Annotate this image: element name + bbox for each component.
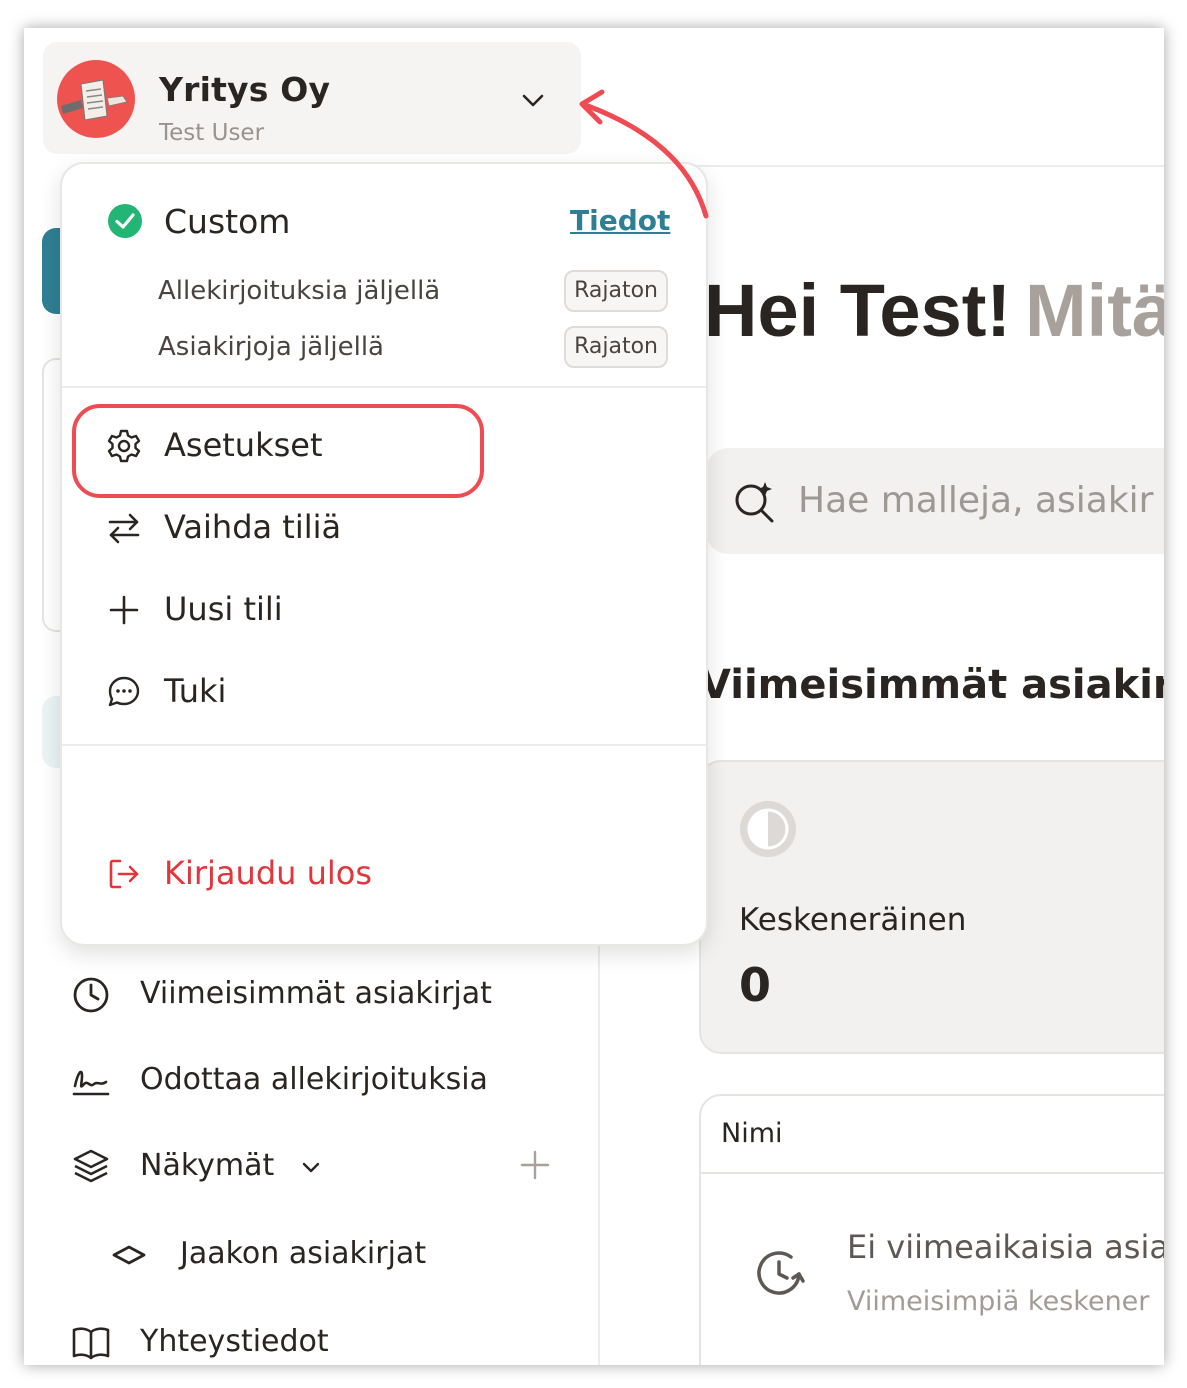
menu-divider: [62, 744, 706, 746]
half-circle-icon: [740, 801, 796, 857]
account-switcher[interactable]: Yritys Oy Test User: [43, 42, 581, 154]
menu-item-label: Tuki: [164, 672, 227, 710]
sidebar-item-views[interactable]: Näkymät: [24, 1136, 584, 1196]
stat-card-in-progress[interactable]: Keskeneräinen 0: [699, 760, 1164, 1054]
sidebar-item-recent-documents[interactable]: Viimeisimmät asiakirjat: [24, 964, 584, 1024]
greeting-subtext: Mitä: [1025, 269, 1164, 352]
account-name: Yritys Oy: [159, 70, 331, 109]
quota-badge: Rajaton: [564, 270, 668, 312]
annotation-highlight: [72, 404, 484, 498]
sidebar-item-label: Jaakon asiakirjat: [180, 1236, 427, 1271]
sidebar-item-label: Odottaa allekirjoituksia: [140, 1062, 488, 1097]
search-input[interactable]: Hae malleja, asiakir: [798, 480, 1153, 521]
stat-label: Keskeneräinen: [739, 902, 967, 938]
page-title: Hei Test! Mitä: [704, 268, 1164, 353]
stat-value: 0: [739, 958, 772, 1012]
menu-item-label: Kirjaudu ulos: [164, 854, 372, 892]
app-window: Yritys Oy Test User Hei Test! Mitä Hae ma…: [24, 28, 1164, 1365]
menu-item-label: Uusi tili: [164, 590, 283, 628]
clock-icon: [73, 977, 109, 1013]
menu-item-switch-account[interactable]: Vaihda tiliä: [62, 492, 706, 564]
sidebar-item-contacts[interactable]: Yhteystiedot: [24, 1312, 584, 1365]
signature-icon: [72, 1070, 110, 1096]
menu-item-label: Vaihda tiliä: [164, 508, 342, 546]
quota-label: Allekirjoituksia jäljellä: [158, 276, 441, 306]
empty-state-subtitle: Viimeisimpiä keskener: [847, 1286, 1150, 1317]
book-icon: [72, 1327, 110, 1360]
account-user: Test User: [159, 120, 265, 146]
menu-item-logout[interactable]: Kirjaudu ulos: [62, 838, 706, 910]
check-circle-icon: [108, 204, 142, 238]
plus-icon: [109, 595, 139, 625]
swap-icon: [108, 513, 140, 544]
quota-row-signatures: Allekirjoituksia jäljellä Rajaton: [158, 270, 668, 314]
history-clock-icon: [757, 1251, 805, 1295]
quota-label: Asiakirjoja jäljellä: [158, 332, 384, 362]
empty-state-title: Ei viimeaikaisia asia: [847, 1228, 1164, 1266]
menu-item-new-account[interactable]: Uusi tili: [62, 574, 706, 646]
recent-documents-heading: Viimeisimmät asiakirj: [700, 662, 1164, 708]
quota-badge: Rajaton: [564, 326, 668, 368]
menu-divider: [62, 386, 706, 388]
chevron-down-icon[interactable]: [300, 1156, 322, 1178]
plan-name: Custom: [164, 202, 291, 241]
sidebar-item-label: Näkymät: [140, 1148, 275, 1183]
table-divider: [701, 1172, 1164, 1174]
avatar: [57, 60, 135, 138]
sidebar-item-shared-documents[interactable]: Jaakon asiakirjat: [24, 1224, 584, 1284]
annotation-arrow-icon: [579, 89, 709, 219]
sidebar-item-label: Yhteystiedot: [140, 1324, 329, 1359]
layers-icon: [73, 1149, 109, 1183]
account-dropdown-menu: Custom Tiedot Allekirjoituksia jäljellä …: [60, 162, 708, 946]
sidebar-divider: [598, 928, 600, 1365]
logout-icon: [109, 859, 139, 889]
add-view-icon[interactable]: [518, 1148, 552, 1182]
search-icon: [735, 482, 774, 523]
column-header-name[interactable]: Nimi: [721, 1118, 783, 1149]
quota-row-documents: Asiakirjoja jäljellä Rajaton: [158, 326, 668, 370]
chevron-down-icon[interactable]: [519, 86, 547, 114]
diamond-icon: [112, 1245, 146, 1265]
sidebar-item-label: Viimeisimmät asiakirjat: [140, 976, 492, 1011]
sidebar-item-awaiting-signatures[interactable]: Odottaa allekirjoituksia: [24, 1050, 584, 1110]
recent-documents-table: Nimi Ei viimeaikaisia asia Viimeisimpiä …: [699, 1094, 1164, 1365]
greeting-text: Hei Test!: [704, 269, 1012, 352]
chat-icon: [108, 676, 140, 707]
search-bar[interactable]: Hae malleja, asiakir: [706, 448, 1164, 554]
menu-item-support[interactable]: Tuki: [62, 656, 706, 728]
